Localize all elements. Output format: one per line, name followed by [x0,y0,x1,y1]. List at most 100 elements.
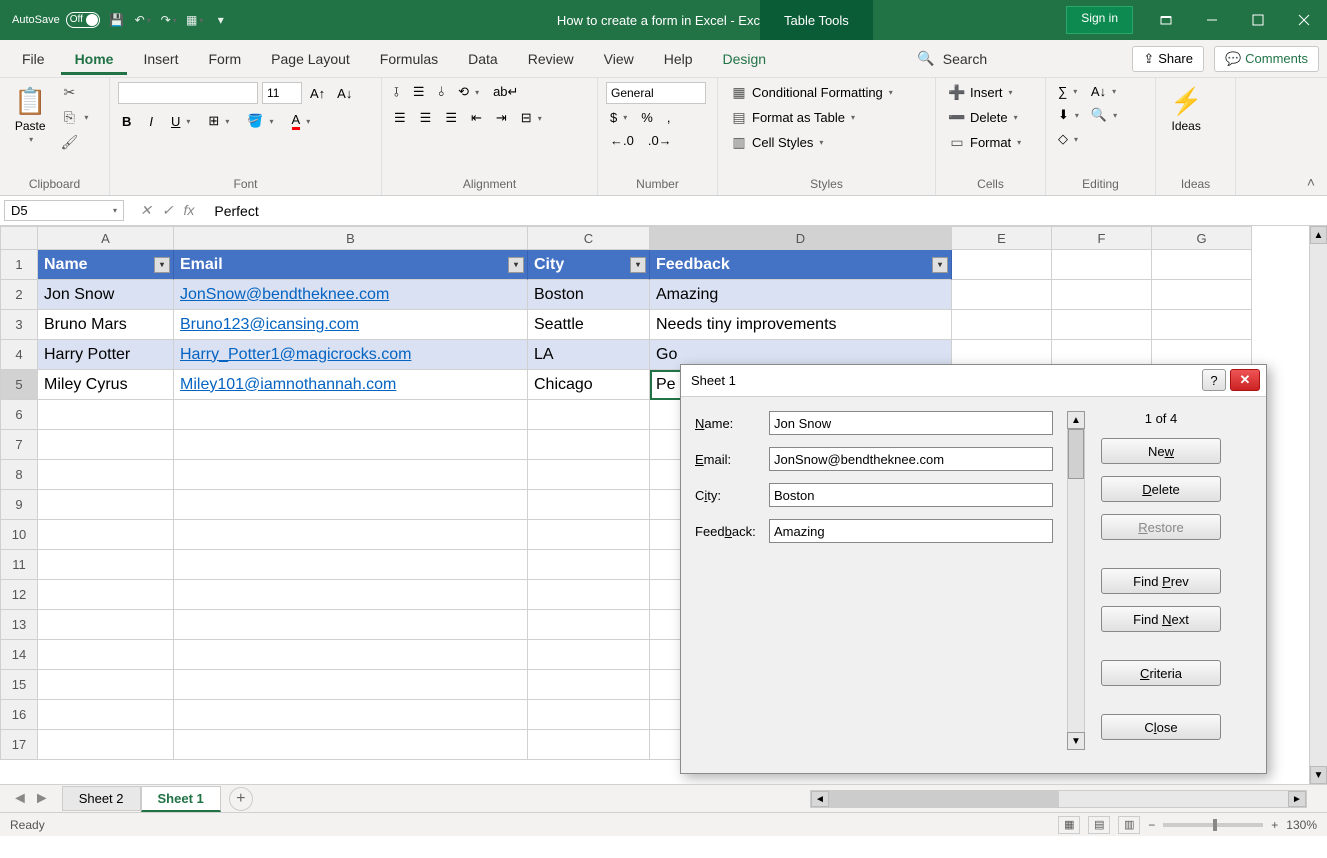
comma-button[interactable]: , [663,108,675,127]
form-close-button[interactable]: Close [1101,714,1221,740]
cell[interactable]: Jon Snow [38,280,174,310]
cut-button[interactable]: ✂ [56,82,92,103]
cell[interactable]: Feedback▾ [650,250,952,280]
cell[interactable] [528,550,650,580]
cell[interactable] [952,250,1052,280]
email-link[interactable]: JonSnow@bendtheknee.com [180,286,389,304]
add-sheet-button[interactable]: + [229,787,253,811]
paste-button[interactable]: 📋 Paste ▾ [8,82,52,148]
sheet-nav-prev-icon[interactable]: ◄ [12,790,28,808]
decrease-font-button[interactable]: A↓ [333,84,356,103]
autosave-toggle[interactable]: AutoSave Off [12,12,100,28]
cell[interactable] [952,280,1052,310]
cell[interactable] [38,520,174,550]
cell[interactable] [528,520,650,550]
clear-button[interactable]: ◇▾ [1054,129,1083,149]
cell[interactable] [38,640,174,670]
sign-in-button[interactable]: Sign in [1066,6,1133,34]
cell[interactable] [38,490,174,520]
row-header[interactable]: 4 [0,340,38,370]
cell[interactable] [174,550,528,580]
row-header[interactable]: 2 [0,280,38,310]
cell[interactable]: Harry Potter [38,340,174,370]
tab-data[interactable]: Data [454,43,512,75]
zoom-slider[interactable] [1163,823,1263,827]
format-cells-button[interactable]: ▭Format▾ [944,132,1025,153]
cell[interactable] [528,580,650,610]
fx-icon[interactable]: fx [183,202,194,219]
bold-button[interactable]: B [118,110,135,132]
form-delete-button[interactable]: Delete [1101,476,1221,502]
cell[interactable] [528,400,650,430]
cell[interactable] [174,430,528,460]
column-header[interactable]: G [1152,226,1252,250]
align-top-button[interactable]: ⫱ [390,82,403,102]
tab-formulas[interactable]: Formulas [366,43,452,75]
column-header[interactable]: D [650,226,952,250]
cell[interactable]: Boston [528,280,650,310]
dialog-help-icon[interactable]: ? [1202,369,1226,391]
cell[interactable] [38,700,174,730]
tab-design[interactable]: Design [709,43,781,75]
conditional-formatting-button[interactable]: ▦Conditional Formatting▾ [726,82,897,103]
column-header[interactable]: E [952,226,1052,250]
cell[interactable] [174,670,528,700]
tab-insert[interactable]: Insert [129,43,192,75]
scroll-down-icon[interactable]: ▼ [1310,766,1327,784]
email-link[interactable]: Miley101@iamnothannah.com [180,376,396,394]
cell[interactable]: LA [528,340,650,370]
ideas-button[interactable]: ⚡ Ideas [1164,82,1208,137]
wrap-text-button[interactable]: ab↵ [489,82,522,102]
row-header[interactable]: 13 [0,610,38,640]
horizontal-scrollbar[interactable]: ◄ ► [810,790,1307,808]
cell[interactable]: Amazing [650,280,952,310]
form-email-input[interactable] [769,447,1053,471]
sort-filter-button[interactable]: A↓▾ [1087,82,1121,101]
align-bottom-button[interactable]: ⫰ [435,82,449,102]
border-button[interactable]: ⊞▾ [204,110,233,132]
cell[interactable]: Needs tiny improvements [650,310,952,340]
form-qa-icon[interactable]: ▦▾ [186,11,204,29]
cell[interactable] [174,640,528,670]
tab-view[interactable]: View [590,43,648,75]
cancel-formula-icon[interactable]: ✕ [140,202,152,219]
formula-input[interactable]: Perfect [206,201,1327,221]
minimize-icon[interactable] [1189,0,1235,40]
enter-formula-icon[interactable]: ✓ [162,202,174,219]
underline-button[interactable]: U▾ [167,110,194,132]
undo-icon[interactable]: ↶▾ [134,11,152,29]
zoom-out-icon[interactable]: − [1148,818,1155,832]
currency-button[interactable]: $▾ [606,108,631,127]
cell[interactable]: Seattle [528,310,650,340]
cell[interactable] [1152,280,1252,310]
row-header[interactable]: 10 [0,520,38,550]
decrease-indent-button[interactable]: ⇤ [467,108,486,128]
maximize-icon[interactable] [1235,0,1281,40]
row-header[interactable]: 12 [0,580,38,610]
sheet-nav-next-icon[interactable]: ► [34,790,50,808]
scroll-down-icon[interactable]: ▼ [1067,732,1085,750]
form-new-button[interactable]: New [1101,438,1221,464]
row-header[interactable]: 7 [0,430,38,460]
cell[interactable] [38,430,174,460]
row-header[interactable]: 8 [0,460,38,490]
cell[interactable]: Chicago [528,370,650,400]
cell[interactable] [1152,250,1252,280]
increase-decimal-button[interactable]: ←.0 [606,131,638,150]
row-header[interactable]: 11 [0,550,38,580]
form-restore-button[interactable]: Restore [1101,514,1221,540]
cell[interactable] [528,640,650,670]
tab-form[interactable]: Form [194,43,255,75]
cell[interactable] [174,580,528,610]
cell[interactable]: Email▾ [174,250,528,280]
cell[interactable] [1052,250,1152,280]
row-header[interactable]: 16 [0,700,38,730]
cell[interactable]: Bruno Mars [38,310,174,340]
cell[interactable] [1152,310,1252,340]
increase-indent-button[interactable]: ⇥ [492,108,511,128]
column-header[interactable]: A [38,226,174,250]
format-painter-button[interactable]: 🖌 [56,132,92,153]
font-name-combo[interactable] [118,82,258,104]
autosum-button[interactable]: ∑▾ [1054,82,1083,101]
form-criteria-button[interactable]: Criteria [1101,660,1221,686]
